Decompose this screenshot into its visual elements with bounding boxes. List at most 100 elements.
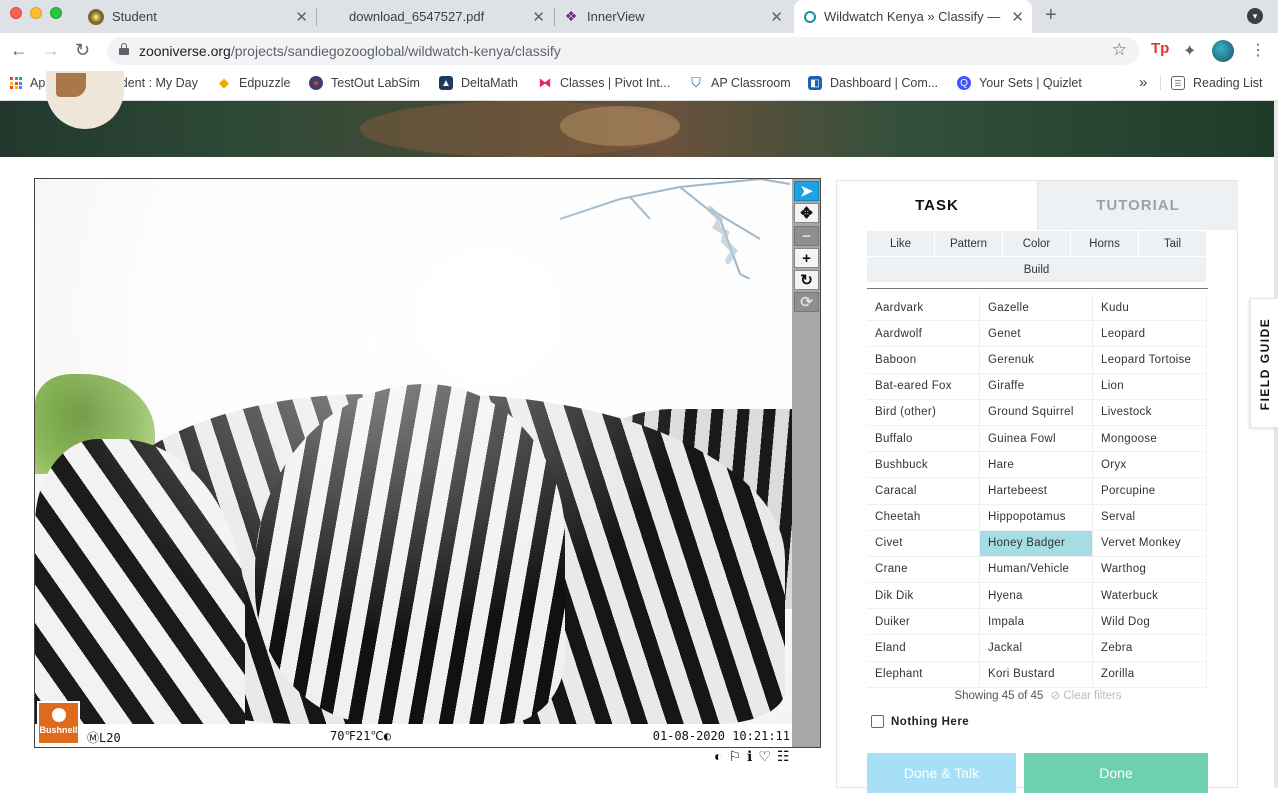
page-scrollbar[interactable] bbox=[1274, 101, 1278, 788]
species-choice[interactable]: Hare bbox=[980, 452, 1093, 479]
species-choice[interactable]: Jackal bbox=[980, 635, 1093, 662]
bookmark-pivot[interactable]: ⧓ Classes | Pivot Int... bbox=[538, 75, 671, 90]
species-choice[interactable]: Genet bbox=[980, 321, 1093, 348]
reset-icon[interactable]: ⟳ bbox=[794, 292, 819, 312]
filter-color[interactable]: Color bbox=[1003, 231, 1071, 256]
species-choice[interactable]: Bat-eared Fox bbox=[867, 373, 980, 400]
species-choice[interactable]: Cheetah bbox=[867, 504, 980, 531]
species-choice[interactable]: Impala bbox=[980, 609, 1093, 636]
species-choice[interactable]: Human/Vehicle bbox=[980, 556, 1093, 584]
close-tab-icon[interactable]: ✕ bbox=[532, 8, 545, 26]
favorite-heart-icon[interactable]: ♡ bbox=[758, 748, 771, 766]
clear-filters-button[interactable]: ⊘ Clear filters bbox=[1051, 690, 1122, 702]
species-choice[interactable]: Porcupine bbox=[1093, 478, 1207, 505]
filter-tail[interactable]: Tail bbox=[1139, 231, 1207, 256]
nothing-here-checkbox[interactable] bbox=[871, 715, 884, 728]
filter-pattern[interactable]: Pattern bbox=[935, 231, 1003, 256]
species-choice[interactable]: Zorilla bbox=[1093, 661, 1207, 688]
address-bar[interactable]: zooniverse.org/projects/sandiegozoogloba… bbox=[107, 37, 1139, 65]
species-choice[interactable]: Civet bbox=[867, 530, 980, 557]
species-choice[interactable]: Eland bbox=[867, 635, 980, 662]
browser-tab-wildwatch[interactable]: Wildwatch Kenya » Classify — ✕ bbox=[794, 0, 1032, 33]
species-choice[interactable]: Gazelle bbox=[980, 295, 1093, 322]
browser-menu-icon[interactable]: ⋮ bbox=[1250, 40, 1266, 60]
species-choice[interactable]: Duiker bbox=[867, 609, 980, 636]
close-tab-icon[interactable]: ✕ bbox=[295, 8, 308, 26]
project-avatar[interactable] bbox=[46, 71, 124, 129]
zoom-out-icon[interactable]: − bbox=[794, 226, 819, 246]
species-choice[interactable]: Zebra bbox=[1093, 635, 1207, 662]
browser-tab-innerview[interactable]: ❖ InnerView ✕ bbox=[555, 0, 791, 33]
species-choice[interactable]: Buffalo bbox=[867, 425, 980, 453]
camera-trap-image[interactable] bbox=[35, 179, 792, 724]
pointer-icon[interactable]: ➤ bbox=[794, 181, 819, 201]
species-choice[interactable]: Dik Dik bbox=[867, 583, 980, 610]
species-choice[interactable]: Leopard bbox=[1093, 321, 1207, 348]
flag-icon[interactable]: ⚐ bbox=[728, 748, 741, 766]
species-choice[interactable]: Bird (other) bbox=[867, 399, 980, 426]
species-choice[interactable]: Crane bbox=[867, 556, 980, 584]
close-window-button[interactable] bbox=[10, 7, 22, 19]
species-choice[interactable]: Serval bbox=[1093, 504, 1207, 531]
zoom-in-icon[interactable]: + bbox=[794, 248, 819, 268]
species-choice[interactable]: Hippopotamus bbox=[980, 504, 1093, 531]
done-and-talk-button[interactable]: Done & Talk bbox=[867, 753, 1016, 793]
species-choice[interactable]: Wild Dog bbox=[1093, 609, 1207, 636]
tab-search-icon[interactable]: ▾ bbox=[1247, 8, 1263, 24]
bookmark-ap-classroom[interactable]: ⛉ AP Classroom bbox=[689, 75, 791, 90]
species-choice[interactable]: Bushbuck bbox=[867, 452, 980, 479]
species-choice[interactable]: Honey Badger bbox=[980, 530, 1093, 557]
reload-icon[interactable]: ↻ bbox=[75, 40, 90, 61]
profile-avatar[interactable] bbox=[1212, 40, 1234, 62]
filter-horns[interactable]: Horns bbox=[1071, 231, 1139, 256]
close-tab-icon[interactable]: ✕ bbox=[770, 8, 783, 26]
reading-list-button[interactable]: ☰ Reading List bbox=[1160, 76, 1263, 90]
filter-build[interactable]: Build bbox=[867, 257, 1207, 282]
bookmark-quizlet[interactable]: Q Your Sets | Quizlet bbox=[957, 76, 1082, 90]
minimize-window-button[interactable] bbox=[30, 7, 42, 19]
species-choice[interactable]: Baboon bbox=[867, 347, 980, 374]
species-choice[interactable]: Leopard Tortoise bbox=[1093, 347, 1207, 374]
species-choice[interactable]: Giraffe bbox=[980, 373, 1093, 400]
done-button[interactable]: Done bbox=[1024, 753, 1208, 793]
testout-extension-icon[interactable]: Tp bbox=[1151, 40, 1169, 57]
species-choice[interactable]: Gerenuk bbox=[980, 347, 1093, 374]
bookmark-star-icon[interactable]: ☆ bbox=[1112, 40, 1127, 60]
move-icon[interactable]: ✥ bbox=[794, 203, 819, 223]
species-choice[interactable]: Caracal bbox=[867, 478, 980, 505]
maximize-window-button[interactable] bbox=[50, 7, 62, 19]
species-choice[interactable]: Hyena bbox=[980, 583, 1093, 610]
tab-tutorial[interactable]: TUTORIAL bbox=[1037, 181, 1238, 230]
species-choice[interactable]: Mongoose bbox=[1093, 425, 1207, 453]
new-tab-icon[interactable]: + bbox=[1045, 4, 1057, 27]
bookmark-edpuzzle[interactable]: ◆ Edpuzzle bbox=[217, 75, 290, 90]
species-choice[interactable]: Aardvark bbox=[867, 295, 980, 322]
extensions-puzzle-icon[interactable]: ✦ bbox=[1183, 41, 1196, 61]
tab-task[interactable]: TASK bbox=[837, 181, 1037, 230]
browser-tab-pdf[interactable]: download_6547527.pdf ✕ bbox=[317, 0, 553, 33]
species-choice[interactable]: Guinea Fowl bbox=[980, 425, 1093, 453]
bookmark-deltamath[interactable]: ▲ DeltaMath bbox=[439, 76, 518, 90]
back-icon[interactable]: ← bbox=[10, 40, 28, 61]
species-choice[interactable]: Waterbuck bbox=[1093, 583, 1207, 610]
info-icon[interactable]: ℹ bbox=[747, 748, 752, 766]
collections-list-icon[interactable]: ☷ bbox=[777, 748, 790, 766]
species-choice[interactable]: Lion bbox=[1093, 373, 1207, 400]
close-tab-icon[interactable]: ✕ bbox=[1011, 8, 1024, 26]
field-guide-tab[interactable]: FIELD GUIDE bbox=[1250, 298, 1278, 428]
species-choice[interactable]: Oryx bbox=[1093, 452, 1207, 479]
bookmarks-overflow-icon[interactable]: » bbox=[1139, 74, 1147, 91]
url-text[interactable]: zooniverse.org/projects/sandiegozoogloba… bbox=[139, 43, 561, 59]
species-choice[interactable]: Warthog bbox=[1093, 556, 1207, 584]
browser-tab-student[interactable]: ◉ Student ✕ bbox=[80, 0, 316, 33]
species-choice[interactable]: Aardwolf bbox=[867, 321, 980, 348]
nothing-here-option[interactable]: Nothing Here bbox=[871, 715, 969, 728]
bookmark-testout[interactable]: ● TestOut LabSim bbox=[309, 76, 420, 90]
species-choice[interactable]: Hartebeest bbox=[980, 478, 1093, 505]
forward-icon[interactable]: → bbox=[42, 40, 60, 61]
rotate-icon[interactable]: ↻ bbox=[794, 270, 819, 290]
filter-like[interactable]: Like bbox=[867, 231, 935, 256]
bookmark-dashboard[interactable]: ◧ Dashboard | Com... bbox=[808, 76, 938, 90]
species-choice[interactable]: Elephant bbox=[867, 661, 980, 688]
species-choice[interactable]: Kori Bustard bbox=[980, 661, 1093, 688]
